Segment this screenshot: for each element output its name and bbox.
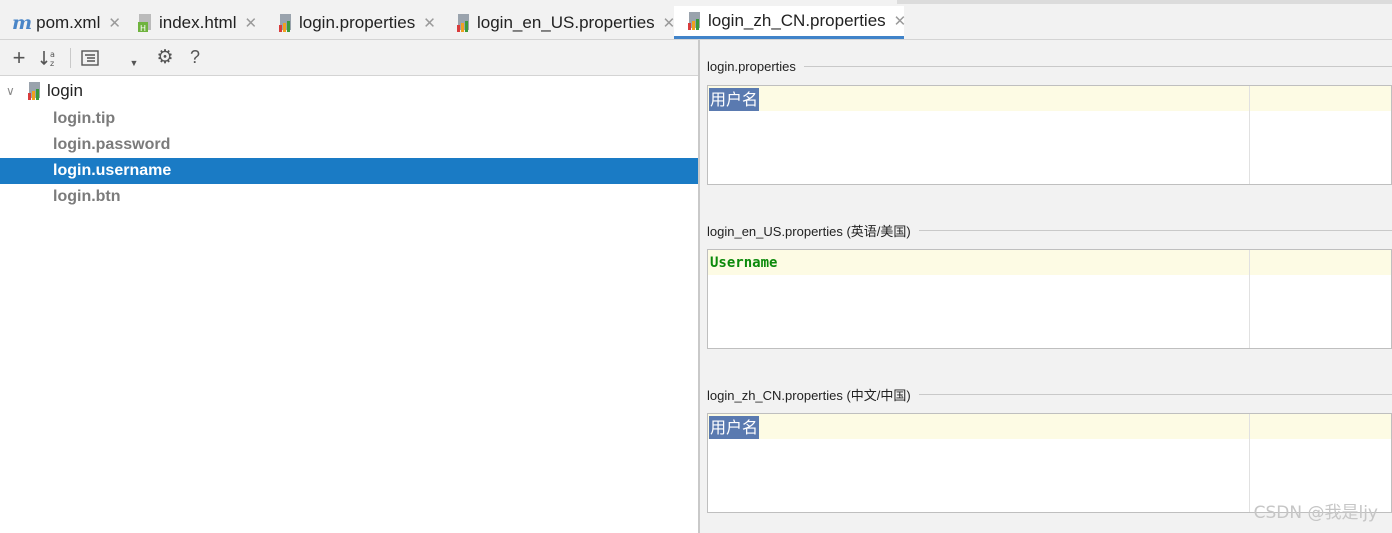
plus-icon: +: [12, 44, 26, 70]
close-icon[interactable]: ✕: [423, 14, 436, 32]
gear-icon: ⚙: [156, 47, 174, 68]
resource-bundle-icon: [26, 81, 44, 101]
editor-section-en-us: login_en_US.properties (英语/美国) Username: [707, 222, 1392, 349]
toolbar-separator: [70, 47, 71, 68]
property-value[interactable]: 用户名: [709, 416, 760, 439]
editor-title-text: login_en_US.properties (英语/美国): [707, 223, 911, 239]
current-line-highlight: [708, 86, 1391, 111]
divider: [918, 229, 1392, 231]
tab-label: login_zh_CN.properties: [708, 11, 886, 30]
property-tree: ∨ login login.tip login.password login.u…: [0, 76, 698, 210]
editor-section-title: login.properties: [707, 58, 1392, 74]
tab-pom-xml[interactable]: m pom.xml ✕: [0, 6, 125, 39]
resource-bundle-tree-panel: + az ▼ ⚙ ? ∨ login login.tip login.passw…: [0, 40, 700, 533]
maven-m-icon: m: [12, 11, 33, 34]
divider: [918, 393, 1392, 395]
svg-text:z: z: [50, 59, 54, 68]
chevron-down-icon[interactable]: ∨: [6, 84, 26, 98]
tree-toolbar: + az ▼ ⚙ ?: [0, 40, 698, 76]
tab-label: pom.xml: [36, 12, 101, 32]
tree-root-label: login: [47, 81, 83, 100]
question-mark-icon: ?: [189, 47, 200, 67]
editor-section-title: login_en_US.properties (英语/美国): [707, 222, 1392, 239]
close-icon[interactable]: ✕: [108, 14, 121, 32]
editor-title-text: login_zh_CN.properties (中文/中国): [707, 387, 911, 403]
settings-button[interactable]: ⚙: [153, 46, 177, 70]
tree-item-login-btn[interactable]: login.btn: [0, 184, 698, 210]
properties-file-icon: [686, 11, 704, 31]
watermark: CSDN @我是ljy: [1253, 503, 1378, 523]
property-value[interactable]: 用户名: [709, 88, 760, 111]
tab-label: index.html: [159, 12, 237, 32]
tab-index-html[interactable]: H index.html ✕: [125, 6, 265, 39]
editor-section-title: login_zh_CN.properties (中文/中国): [707, 386, 1392, 403]
tab-login-en-us-properties[interactable]: login_en_US.properties ✕: [443, 6, 675, 39]
right-margin-guide: [1249, 414, 1250, 512]
add-property-button[interactable]: +: [10, 44, 28, 70]
sort-alphabetically-icon: az: [40, 50, 55, 68]
group-by-prefix-button[interactable]: [79, 46, 101, 70]
properties-file-icon: [277, 13, 295, 33]
svg-text:a: a: [50, 50, 55, 59]
tree-root-login[interactable]: ∨ login: [0, 76, 698, 106]
expand-dropdown-button[interactable]: ▼: [125, 46, 143, 70]
right-margin-guide: [1249, 86, 1250, 184]
tree-item-login-username[interactable]: login.username: [0, 158, 698, 184]
chevron-down-icon: ▼: [129, 57, 139, 68]
close-icon[interactable]: ✕: [894, 12, 907, 30]
right-margin-guide: [1249, 250, 1250, 348]
tab-label: login.properties: [299, 12, 416, 32]
group-icon: [81, 49, 99, 66]
tree-item-label: login.username: [53, 162, 172, 179]
tree-item-login-password[interactable]: login.password: [0, 132, 698, 158]
tree-item-label: login.tip: [53, 110, 116, 127]
property-value[interactable]: Username: [709, 252, 778, 275]
svg-text:H: H: [140, 24, 146, 33]
divider: [803, 65, 1392, 67]
tab-login-properties[interactable]: login.properties ✕: [265, 6, 443, 39]
tab-login-zh-cn-properties[interactable]: login_zh_CN.properties ✕: [674, 6, 907, 39]
tree-item-label: login.password: [53, 136, 171, 153]
sort-button[interactable]: az: [38, 46, 60, 70]
tree-item-label: login.btn: [53, 188, 121, 205]
close-icon[interactable]: ✕: [244, 14, 257, 32]
html-file-icon: H: [137, 13, 155, 33]
current-line-highlight: [708, 414, 1391, 439]
editor-tab-bar: m pom.xml ✕ H index.html ✕ login.propert…: [0, 0, 1392, 40]
tree-item-login-tip[interactable]: login.tip: [0, 106, 698, 132]
tab-label: login_en_US.properties: [477, 12, 655, 32]
editor-section-zh-cn: login_zh_CN.properties (中文/中国) 用户名: [707, 386, 1392, 513]
properties-file-icon: [455, 13, 473, 33]
help-button[interactable]: ?: [187, 46, 203, 70]
value-editor-default[interactable]: 用户名: [707, 85, 1392, 185]
editor-section-default: login.properties 用户名: [707, 58, 1392, 185]
editor-title-text: login.properties: [707, 58, 796, 74]
tab-bar-scroll-strip: [897, 0, 1392, 4]
value-editor-en-us[interactable]: Username: [707, 249, 1392, 349]
current-line-highlight: [708, 250, 1391, 275]
locale-editors-panel: login.properties 用户名 login_en_US.propert…: [702, 40, 1392, 533]
